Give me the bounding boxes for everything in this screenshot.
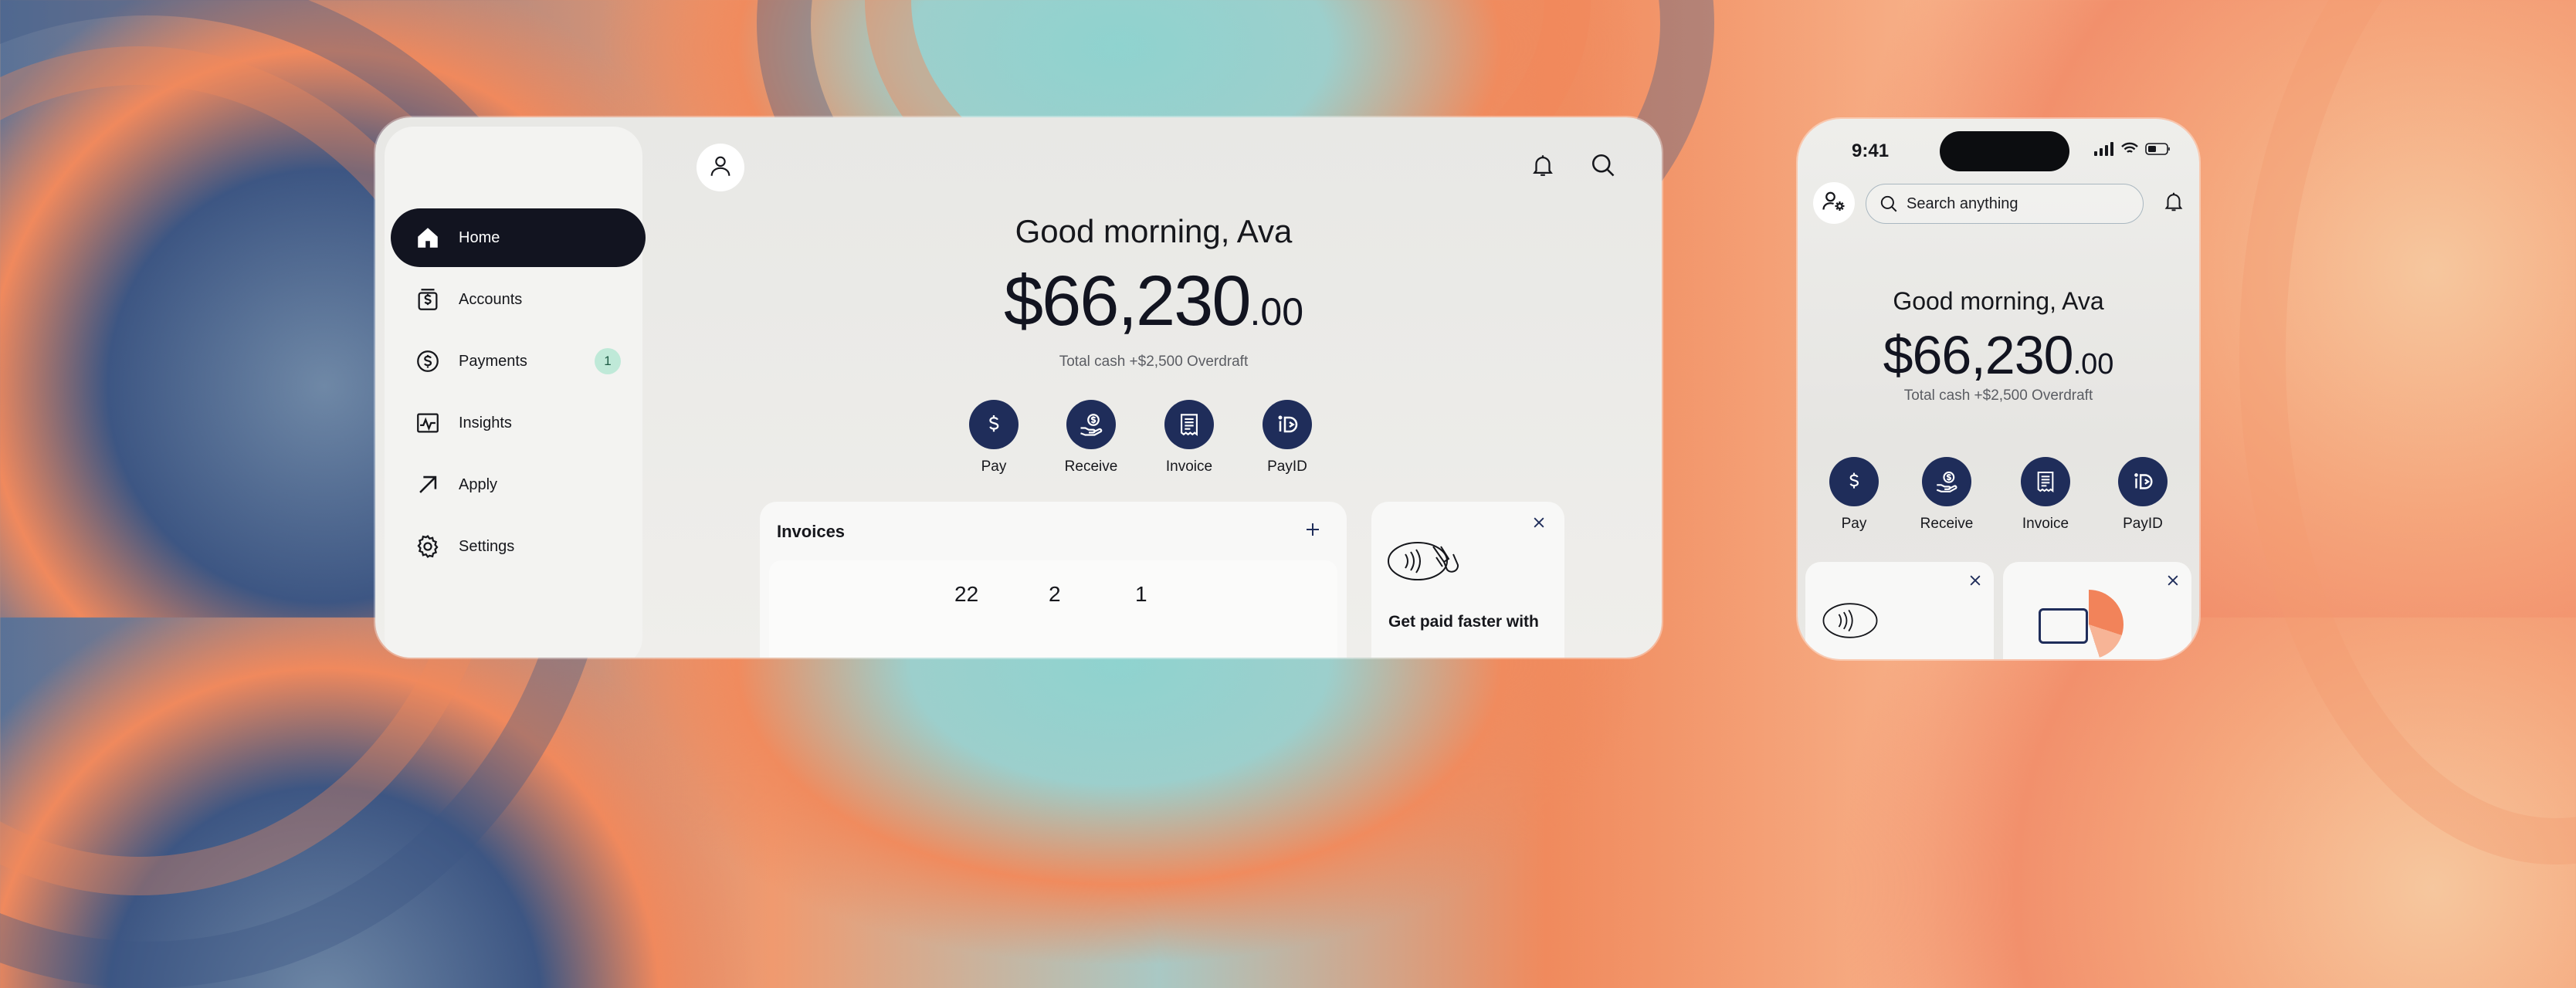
invoice-stats-panel: 22 2 1 (769, 560, 1337, 658)
receive-action[interactable]: Receive (1049, 400, 1134, 475)
payid-icon (1263, 400, 1312, 449)
balance-cents: .00 (1249, 290, 1304, 333)
accounts-icon (412, 284, 443, 315)
promo-card-secondary (2003, 562, 2191, 659)
invoice-stat-value: 22 (954, 582, 979, 606)
action-label: Receive (1064, 458, 1118, 475)
receive-icon (1922, 457, 1971, 506)
wifi-icon (2120, 142, 2139, 160)
dismiss-card-button[interactable] (2165, 573, 2181, 592)
phone-notifications-button[interactable] (2162, 190, 2185, 217)
sidebar-item-home[interactable]: Home (391, 208, 646, 267)
search-placeholder: Search anything (1907, 195, 2018, 212)
dollar-circle-icon (412, 346, 443, 377)
device-icon (2039, 608, 2088, 644)
sidebar-item-label: Home (459, 228, 500, 246)
payid-action[interactable]: PayID (1245, 400, 1330, 475)
payid-icon (2118, 457, 2168, 506)
dollar-icon (969, 400, 1019, 449)
receive-action[interactable]: Receive (1904, 457, 1989, 533)
sidebar-item-settings[interactable]: Settings (391, 517, 646, 576)
dollar-icon (1829, 457, 1879, 506)
pay-action[interactable]: Pay (1812, 457, 1896, 533)
invoice-action[interactable]: Invoice (2003, 457, 2088, 533)
chart-icon (412, 408, 443, 438)
invoice-stat-value: 2 (1049, 582, 1061, 606)
phone-balance-subtext: Total cash +$2,500 Overdraft (1903, 387, 2093, 404)
balance-dollars: $66,230 (1003, 262, 1252, 340)
action-label: Invoice (1165, 458, 1213, 475)
sidebar-item-label: Settings (459, 537, 515, 555)
signal-icon (2094, 142, 2114, 160)
balance-amount: $66,230.00 (646, 262, 1662, 350)
background-swirl (2239, 0, 2576, 864)
notifications-button[interactable] (1526, 150, 1560, 184)
dynamic-island (1940, 131, 2069, 171)
action-label: Invoice (2022, 516, 2069, 532)
sidebar-item-label: Payments (459, 352, 527, 370)
sidebar-item-accounts[interactable]: Accounts (391, 270, 646, 329)
invoices-card: Invoices 22 2 1 (760, 502, 1347, 658)
balance-dollars: $66,230 (1883, 325, 2074, 385)
payments-count-badge: 1 (595, 348, 621, 374)
arrow-up-right-icon (412, 469, 443, 500)
invoice-stat-value: 1 (1135, 582, 1147, 606)
sidebar (385, 127, 642, 658)
dismiss-promo-button[interactable] (1527, 513, 1551, 536)
bell-icon (1530, 152, 1556, 182)
contactless-card-icon (1387, 536, 1466, 590)
close-icon (1531, 515, 1547, 534)
sidebar-item-apply[interactable]: Apply (391, 455, 646, 514)
invoices-title: Invoices (777, 522, 846, 541)
tap-to-pay-promo-card: Get paid faster with (1371, 502, 1564, 658)
close-icon (1968, 575, 1983, 591)
search-icon (1589, 151, 1617, 183)
user-icon (707, 153, 734, 183)
phone-app-screen: 9:41 Search anything Good morning, Ava $… (1798, 119, 2199, 659)
greeting-heading: Good morning, Ava (1015, 213, 1293, 249)
user-settings-icon (1820, 188, 1848, 219)
search-button[interactable] (1586, 150, 1620, 184)
home-icon (412, 222, 443, 253)
sidebar-item-payments[interactable]: Payments 1 (391, 332, 646, 391)
battery-icon (2145, 142, 2171, 160)
tap-to-pay-promo-card (1805, 562, 1994, 659)
tablet-app-window: Home Accounts Payments 1 Insights Apply … (375, 117, 1662, 658)
action-label: Pay (981, 458, 1007, 475)
pay-action[interactable]: Pay (951, 400, 1036, 475)
phone-greeting: Good morning, Ava (1893, 287, 2104, 315)
action-label: PayID (2123, 516, 2163, 532)
action-label: PayID (1267, 458, 1307, 475)
plus-icon (1303, 520, 1322, 543)
balance-cents: .00 (2073, 348, 2114, 381)
sidebar-item-label: Accounts (459, 290, 523, 308)
contactless-card-icon (1819, 597, 1896, 648)
add-invoice-button[interactable] (1299, 517, 1327, 545)
action-label: Receive (1920, 516, 1974, 532)
status-bar-time: 9:41 (1852, 140, 1890, 161)
promo-text: Get paid faster with (1388, 613, 1539, 631)
payid-action[interactable]: PayID (2100, 457, 2185, 533)
profile-settings-button[interactable] (1813, 182, 1855, 224)
search-input[interactable]: Search anything (1866, 184, 2144, 224)
action-label: Pay (1841, 516, 1867, 532)
search-icon (1879, 194, 1899, 214)
sidebar-item-label: Insights (459, 414, 512, 431)
dismiss-promo-button[interactable] (1968, 573, 1983, 592)
sidebar-item-insights[interactable]: Insights (391, 394, 646, 452)
close-icon (2165, 575, 2181, 591)
invoice-action[interactable]: Invoice (1147, 400, 1232, 475)
sidebar-item-label: Apply (459, 475, 498, 493)
receive-icon (1066, 400, 1116, 449)
profile-avatar-button[interactable] (697, 144, 744, 191)
status-bar-icons (2094, 142, 2171, 160)
phone-balance-amount: $66,230.00 (1798, 324, 2199, 395)
receipt-icon (1164, 400, 1214, 449)
receipt-icon (2021, 457, 2070, 506)
bell-icon (2162, 192, 2185, 216)
balance-subtext: Total cash +$2,500 Overdraft (1059, 354, 1249, 370)
gear-icon (412, 531, 443, 562)
